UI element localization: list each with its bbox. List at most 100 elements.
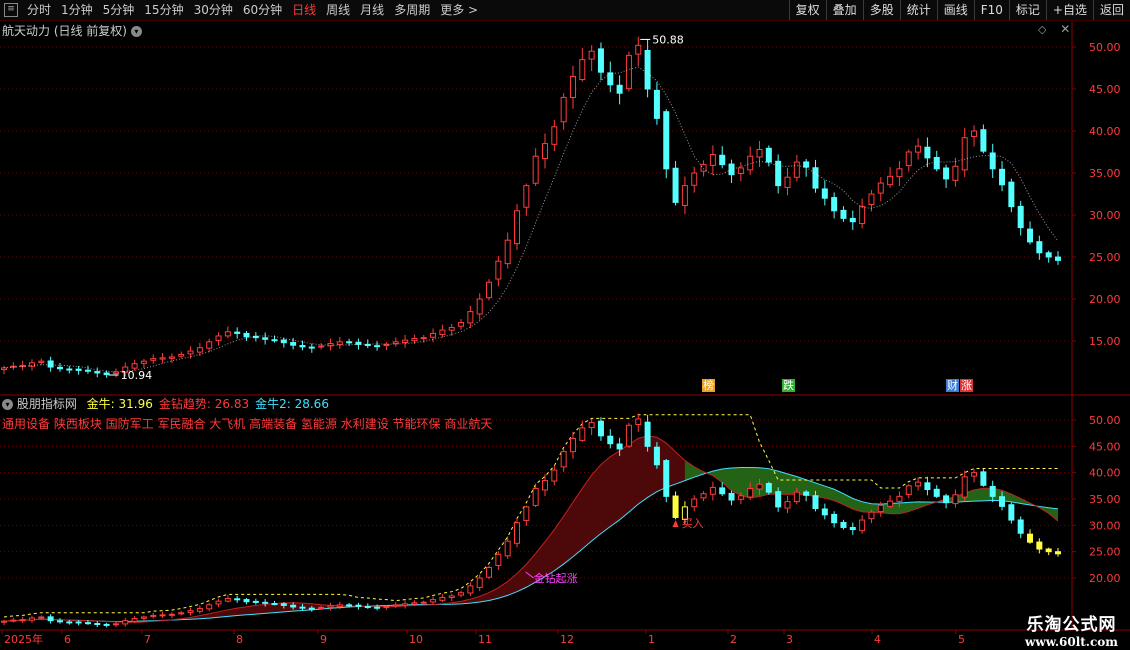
ind-candle — [588, 422, 595, 429]
ind-candle — [569, 437, 576, 453]
ind-candle — [402, 603, 409, 606]
chevron-down-icon[interactable]: ▾ — [2, 399, 13, 410]
toolbar-button[interactable]: 返回 — [1092, 0, 1130, 20]
period-toolbar: ≡ 分时 1分钟 5分钟 15分钟 30分钟 60分钟 日线 周线 月线 多周期 更多 > 复权 叠加… — [0, 0, 1130, 21]
y-tick-label: 50.00 — [1089, 41, 1121, 54]
ind-candle — [28, 617, 35, 621]
period-tab[interactable]: 30分钟 — [189, 0, 238, 20]
indicator-title: 股朋指标网 — [16, 397, 77, 411]
main-candle — [588, 50, 595, 60]
ind-candle — [579, 427, 586, 441]
main-candle — [849, 217, 856, 223]
main-candle — [187, 350, 194, 355]
main-panel-controls: ◇ ✕ — [1038, 22, 1070, 36]
main-candle — [607, 72, 614, 86]
event-tag[interactable]: 榜 — [702, 379, 715, 392]
ind-candle — [411, 602, 418, 605]
toolbar-button[interactable]: F10 — [973, 0, 1009, 20]
min-label: 10.94 — [121, 369, 153, 382]
indicator-value: 金牛: 31.96 — [86, 397, 153, 411]
ind-candle — [196, 608, 203, 612]
main-panel-header: 航天动力 (日线 前复权) ▾ — [2, 22, 142, 39]
ind-candle — [691, 498, 698, 508]
main-candle — [131, 363, 138, 369]
event-tag[interactable]: 涨 — [960, 379, 973, 392]
x-tick-label: 10 — [409, 633, 423, 646]
signal-start-label: 金钻起涨 — [534, 571, 578, 585]
main-candle — [663, 111, 670, 170]
main-candle — [439, 329, 446, 336]
main-candle — [616, 84, 623, 94]
y-tick-label: 30.00 — [1089, 519, 1121, 532]
ind-candle — [700, 493, 707, 499]
main-candle — [504, 239, 511, 265]
toolbar-button[interactable]: 叠加 — [825, 0, 863, 20]
ind-candle — [625, 424, 632, 447]
ind-candle — [1055, 551, 1061, 555]
period-tab[interactable]: 周线 — [321, 0, 355, 20]
ind-candle — [299, 606, 306, 609]
main-candle — [961, 137, 968, 171]
x-tick-label: 11 — [478, 633, 492, 646]
toolbar-button[interactable]: 统计 — [899, 0, 937, 20]
y-tick-label: 25.00 — [1089, 251, 1121, 264]
period-tab[interactable]: 60分钟 — [238, 0, 287, 20]
event-tag[interactable]: 财 — [946, 379, 959, 392]
x-tick-label: 3 — [786, 633, 793, 646]
ind-candle — [112, 623, 119, 626]
max-label: 50.88 — [652, 33, 684, 46]
main-candle — [420, 337, 427, 340]
ind-candle — [308, 607, 315, 610]
main-candle — [224, 331, 231, 337]
x-tick-label: 12 — [560, 633, 574, 646]
diamond-icon[interactable]: ◇ — [1038, 23, 1046, 36]
close-icon[interactable]: ✕ — [1060, 22, 1070, 36]
ind-candle — [653, 446, 660, 466]
period-tab[interactable]: 更多 > — [435, 0, 483, 20]
main-candle — [597, 48, 604, 73]
ind-candle — [915, 481, 922, 487]
chevron-down-icon[interactable]: ▾ — [130, 26, 142, 37]
ind-candle — [821, 508, 828, 516]
main-candle — [625, 54, 632, 90]
ind-candle — [859, 519, 866, 532]
toolbar-button[interactable]: 标记 — [1008, 0, 1046, 20]
main-candle — [336, 341, 343, 345]
ind-candle — [709, 486, 716, 495]
toolbar-button[interactable]: 多股 — [862, 0, 900, 20]
main-candle — [66, 368, 73, 371]
toolbar-button[interactable]: 复权 — [788, 0, 826, 20]
menu-icon[interactable]: ≡ — [4, 3, 18, 17]
ind-candle — [933, 488, 940, 497]
main-candle — [877, 182, 884, 194]
period-tab[interactable]: 15分钟 — [139, 0, 188, 20]
period-tab[interactable]: 5分钟 — [98, 0, 140, 20]
ind-candle — [952, 494, 959, 505]
main-candle — [196, 347, 203, 353]
ind-candle — [644, 421, 651, 447]
period-tab[interactable]: 分时 — [22, 0, 56, 20]
main-candle — [980, 129, 987, 152]
period-tab[interactable]: 多周期 — [389, 0, 435, 20]
ind-candle — [75, 621, 82, 624]
ind-candle — [737, 495, 744, 500]
toolbar-button[interactable]: +自选 — [1045, 0, 1093, 20]
main-candle — [803, 161, 810, 168]
ind-candle — [215, 600, 222, 605]
period-tab[interactable]: 日线 — [287, 0, 321, 20]
period-tab[interactable]: 月线 — [355, 0, 389, 20]
main-candle — [476, 298, 483, 315]
event-tag[interactable]: 跌 — [782, 379, 795, 392]
period-tab[interactable]: 1分钟 — [56, 0, 98, 20]
chart-canvas[interactable]: 50.00 45.00 40.00 35.00 30.00 25.00 20.00 15.00… — [0, 0, 1130, 650]
main-candle — [75, 368, 82, 371]
main-candle — [737, 167, 744, 175]
ind-candle — [280, 603, 287, 606]
main-candle — [793, 161, 800, 178]
main-candle — [812, 167, 819, 189]
main-candle — [999, 168, 1006, 186]
indicator-value: 金牛2: 28.66 — [255, 397, 329, 411]
main-candle — [262, 337, 269, 340]
main-candle — [514, 210, 521, 245]
toolbar-button[interactable]: 画线 — [936, 0, 974, 20]
